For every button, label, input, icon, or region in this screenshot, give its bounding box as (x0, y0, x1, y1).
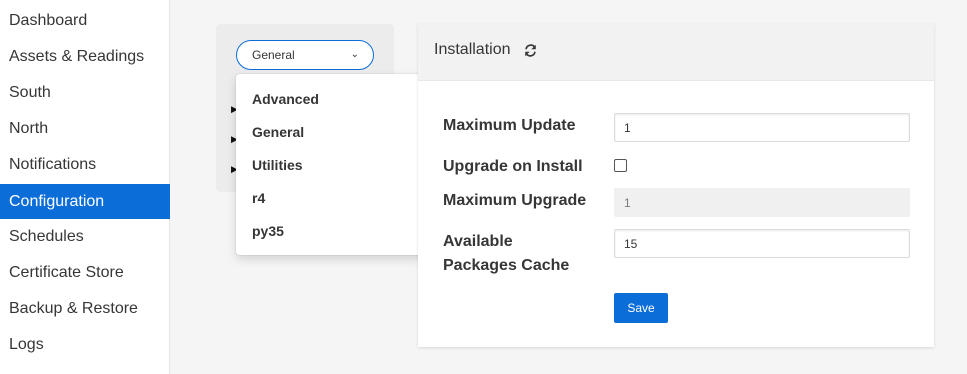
sidebar-item-configuration[interactable]: Configuration (0, 184, 170, 219)
sidebar-item-south[interactable]: South (0, 76, 170, 110)
max-update-label: Maximum Update (443, 117, 576, 134)
upgrade-on-install-label: Upgrade on Install (443, 158, 583, 175)
dropdown-option-utilities[interactable]: Utilities (252, 156, 303, 174)
packages-cache-input[interactable] (614, 229, 910, 258)
chevron-down-icon: ⌄ (350, 49, 359, 60)
sidebar-item-assets-readings[interactable]: Assets & Readings (0, 40, 170, 74)
sidebar-item-certificate-store[interactable]: Certificate Store (0, 256, 170, 290)
packages-cache-label-line1: Available (443, 233, 513, 250)
sidebar-item-logs[interactable]: Logs (0, 328, 170, 362)
card-title: Installation (434, 41, 511, 58)
refresh-icon[interactable] (524, 44, 537, 57)
upgrade-on-install-checkbox[interactable] (614, 159, 627, 172)
dropdown-option-advanced[interactable]: Advanced (252, 90, 319, 108)
sidebar-item-dashboard[interactable]: Dashboard (0, 4, 170, 38)
sidebar-item-schedules[interactable]: Schedules (0, 220, 170, 254)
dropdown-option-py35[interactable]: py35 (252, 222, 284, 240)
sidebar-item-notifications[interactable]: Notifications (0, 148, 170, 182)
sidebar-item-north[interactable]: North (0, 112, 170, 146)
packages-cache-label-line2: Packages Cache (443, 257, 570, 274)
sidebar-item-backup-restore[interactable]: Backup & Restore (0, 292, 170, 326)
max-upgrade-label: Maximum Upgrade (443, 192, 587, 209)
sidebar: Dashboard Assets & Readings South North … (0, 0, 170, 374)
category-dropdown-menu: Advanced General Utilities r4 py35 (236, 74, 428, 255)
dropdown-option-r4[interactable]: r4 (252, 189, 265, 207)
card-header: Installation (418, 24, 934, 81)
installation-card: Installation (418, 24, 934, 347)
category-select-value: General (252, 48, 295, 62)
save-button[interactable]: Save (614, 293, 668, 323)
max-upgrade-input (614, 188, 910, 217)
max-update-input[interactable] (614, 113, 910, 142)
category-select[interactable]: General ⌄ (236, 40, 374, 70)
dropdown-option-general[interactable]: General (252, 123, 304, 141)
